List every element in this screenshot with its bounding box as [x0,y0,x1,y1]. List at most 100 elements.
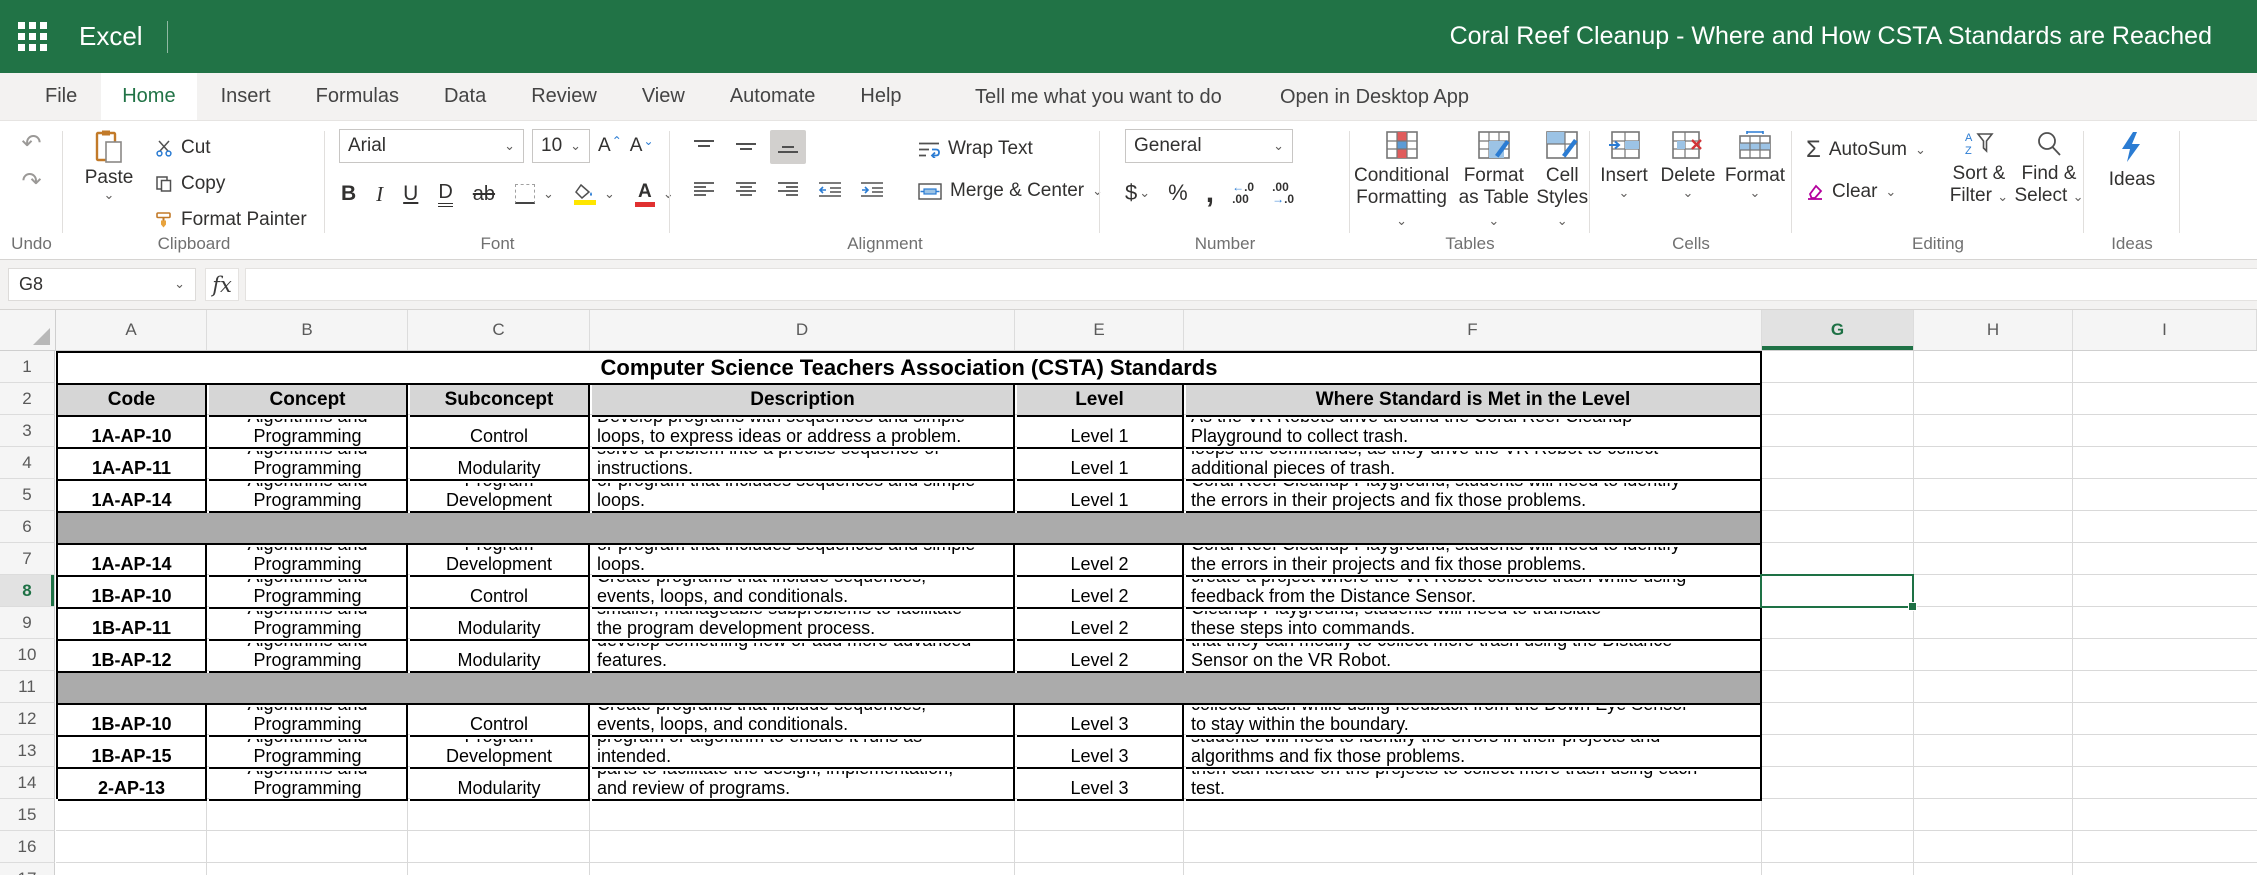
cell-f5[interactable]: Coral Reef Cleanup Playground, students … [1186,481,1762,513]
header-cell-subconcept[interactable]: Subconcept [410,385,590,417]
clear-button[interactable]: Clear ⌄ [1806,179,1926,205]
separator-row-11[interactable] [58,673,1762,705]
align-bottom-button[interactable] [770,130,806,164]
row-header-6[interactable]: 6 [0,511,55,543]
copy-button[interactable]: Copy [155,173,307,195]
cell-a7[interactable]: 1A-AP-14 [58,545,207,577]
borders-button[interactable]: ⌄ [515,184,554,204]
tab-insert[interactable]: Insert [200,73,292,120]
cell-b12[interactable]: Algorithms andProgramming [209,705,408,737]
header-cell-code[interactable]: Code [58,385,207,417]
cell-e3[interactable]: Level 1 [1017,417,1184,449]
cell-e13[interactable]: Level 3 [1017,737,1184,769]
cell-e4[interactable]: Level 1 [1017,449,1184,481]
formula-input[interactable] [245,268,2257,301]
cell-c14[interactable]: Modularity [410,769,590,801]
cell-f8[interactable]: create a project where the VR Robot coll… [1186,577,1762,609]
wrap-text-button[interactable]: Wrap Text [918,135,1103,163]
header-cell-description[interactable]: Description [592,385,1015,417]
cell-f14[interactable]: then can iterate on the projects to coll… [1186,769,1762,801]
increase-font-size-button[interactable]: A⌃ [598,135,622,157]
merge-center-button[interactable]: Merge & Center ⌄ [918,177,1103,205]
cell-c10[interactable]: Modularity [410,641,590,673]
cell-a14[interactable]: 2-AP-13 [58,769,207,801]
row-header-12[interactable]: 12 [0,703,55,735]
row-header-8[interactable]: 8 [0,575,55,607]
cell-c8[interactable]: Control [410,577,590,609]
cell-a13[interactable]: 1B-AP-15 [58,737,207,769]
cell-d5[interactable]: or program that includes sequences and s… [592,481,1015,513]
align-top-button[interactable] [686,130,722,164]
cell-f12[interactable]: collects trash while using feedback from… [1186,705,1762,737]
format-painter-button[interactable]: Format Painter [155,209,307,231]
cell-a5[interactable]: 1A-AP-14 [58,481,207,513]
tab-data[interactable]: Data [423,73,507,120]
decrease-decimal-button[interactable]: .00→.0 [1272,181,1294,205]
strikethrough-button[interactable]: ab [473,183,495,206]
align-center-button[interactable] [728,172,764,206]
autosum-button[interactable]: Σ AutoSum ⌄ [1806,137,1926,163]
cell-e8[interactable]: Level 2 [1017,577,1184,609]
cut-button[interactable]: Cut [155,137,307,159]
cell-b5[interactable]: Algorithms andProgramming [209,481,408,513]
cell-f10[interactable]: that they can modify to collect more tra… [1186,641,1762,673]
underline-button[interactable]: U [403,182,418,206]
tab-home[interactable]: Home [101,73,196,120]
cell-c5[interactable]: ProgramDevelopment [410,481,590,513]
column-header-f[interactable]: F [1184,310,1762,350]
tab-review[interactable]: Review [510,73,618,120]
row-header-7[interactable]: 7 [0,543,55,575]
cell-e7[interactable]: Level 2 [1017,545,1184,577]
column-header-h[interactable]: H [1914,310,2073,350]
header-cell-concept[interactable]: Concept [209,385,408,417]
cell-title-a1[interactable]: Computer Science Teachers Association (C… [58,353,1762,385]
fx-button[interactable]: fx [205,268,239,301]
column-header-g[interactable]: G [1762,310,1914,350]
column-header-e[interactable]: E [1015,310,1184,350]
row-header-14[interactable]: 14 [0,767,55,799]
decrease-font-size-button[interactable]: A⌄ [630,135,654,157]
row-header-9[interactable]: 9 [0,607,55,639]
cell-c12[interactable]: Control [410,705,590,737]
row-header-4[interactable]: 4 [0,447,55,479]
tab-file[interactable]: File [24,73,98,120]
cell-b14[interactable]: Algorithms andProgramming [209,769,408,801]
row-header-13[interactable]: 13 [0,735,55,767]
increase-decimal-button[interactable]: ←.0.00 [1232,181,1254,205]
cell-a3[interactable]: 1A-AP-10 [58,417,207,449]
tab-formulas[interactable]: Formulas [295,73,420,120]
cell-a10[interactable]: 1B-AP-12 [58,641,207,673]
increase-indent-button[interactable] [854,172,890,206]
font-color-button[interactable]: A ⌄ [635,182,674,207]
cell-b9[interactable]: Algorithms andProgramming [209,609,408,641]
app-launcher-icon[interactable] [18,22,47,51]
cell-d10[interactable]: develop something new or add more advanc… [592,641,1015,673]
selection-box[interactable] [1760,574,1914,608]
double-underline-button[interactable]: D [438,181,452,207]
comma-format-button[interactable]: , [1206,188,1214,198]
open-in-desktop-button[interactable]: Open in Desktop App [1280,73,1469,121]
select-all-corner[interactable] [0,310,56,350]
cell-b13[interactable]: Algorithms andProgramming [209,737,408,769]
cell-b8[interactable]: Algorithms andProgramming [209,577,408,609]
cell-b3[interactable]: Algorithms andProgramming [209,417,408,449]
row-header-5[interactable]: 5 [0,479,55,511]
row-header-15[interactable]: 15 [0,799,55,831]
separator-row-6[interactable] [58,513,1762,545]
font-family-select[interactable]: Arial ⌄ [339,129,524,163]
cell-a8[interactable]: 1B-AP-10 [58,577,207,609]
cell-c13[interactable]: ProgramDevelopment [410,737,590,769]
cell-a4[interactable]: 1A-AP-11 [58,449,207,481]
italic-button[interactable]: I [376,182,383,207]
cell-c3[interactable]: Control [410,417,590,449]
row-header-10[interactable]: 10 [0,639,55,671]
cell-f13[interactable]: students will need to identify the error… [1186,737,1762,769]
cell-d7[interactable]: or program that includes sequences and s… [592,545,1015,577]
cell-d9[interactable]: smaller, manageable subproblems to facil… [592,609,1015,641]
cell-b4[interactable]: Algorithms andProgramming [209,449,408,481]
row-header-11[interactable]: 11 [0,671,55,703]
row-header-3[interactable]: 3 [0,415,55,447]
cell-f7[interactable]: Coral Reef Cleanup Playground, students … [1186,545,1762,577]
cell-d13[interactable]: program or algorithm to ensure it runs a… [592,737,1015,769]
number-format-select[interactable]: General ⌄ [1125,129,1293,163]
